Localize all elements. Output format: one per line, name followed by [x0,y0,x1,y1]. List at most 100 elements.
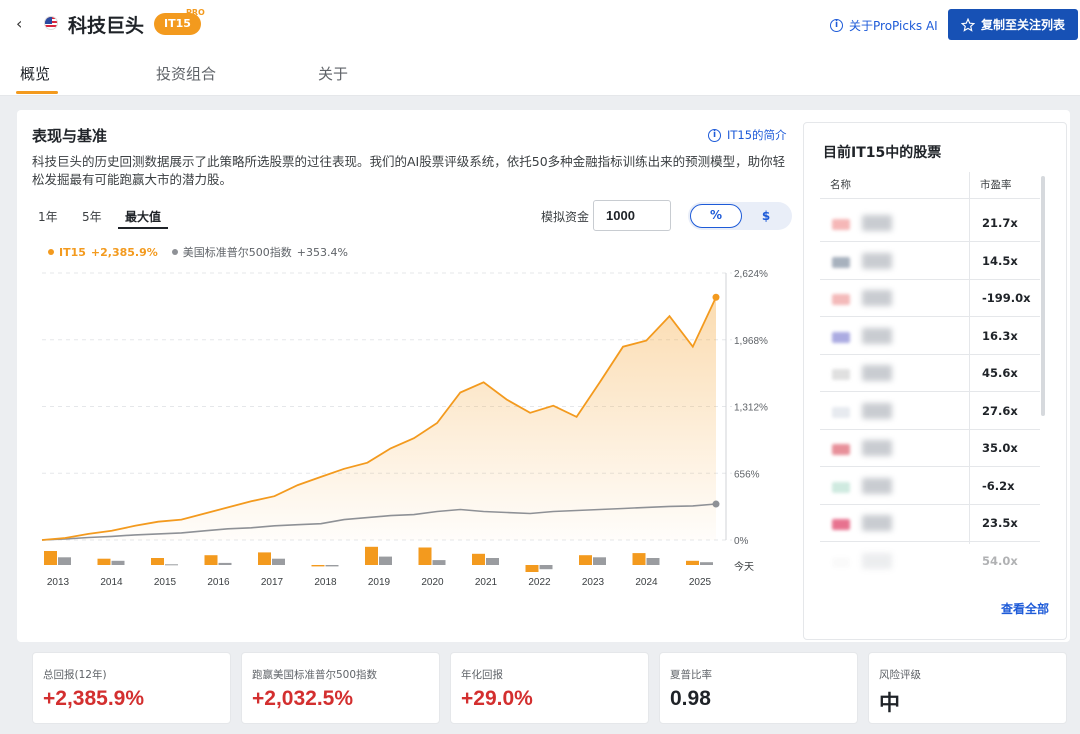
x-tick-label: 2018 [314,577,337,588]
sp500-annual-bar [272,558,285,565]
holding-pe: 14.5x [982,253,1018,268]
company-name-blurred [862,327,892,344]
company-logo-icon [832,369,850,380]
it15-annual-bar [151,558,164,565]
legend-sp500: 美国标准普尔500指数 +353.4% [171,244,348,260]
x-tick-label: 2019 [368,577,391,588]
sp500-annual-bar [646,558,660,565]
holding-pe: 35.0x [982,441,1018,455]
x-tick-label: 2021 [475,577,498,588]
company-logo-icon [832,294,850,305]
legend-it15-value: +2,385.9% [90,245,158,259]
today-label: 今天 [734,560,754,573]
view-all-link[interactable]: 查看全部 [1001,600,1049,617]
x-tick-label: 2013 [47,577,70,588]
x-tick-label: 2023 [582,577,605,588]
holdings-col-name: 名称 [830,179,851,191]
stat-label: 跑赢美国标准普尔500指数 [252,669,378,681]
strategy-intro-link[interactable]: i IT15的简介 [708,127,787,143]
stat-annual-return: 年化回报 +29.0% [450,652,649,724]
stat-label: 夏普比率 [670,669,712,681]
holding-row[interactable]: 45.6x [820,355,1040,392]
company-logo-icon [832,519,850,530]
y-tick-label: 0% [734,536,749,547]
company-name-blurred [862,252,892,269]
holding-row[interactable]: 27.6x [820,393,1040,430]
copy-to-watchlist-button[interactable]: 复制至关注列表 [948,9,1078,40]
about-propicks-link[interactable]: i 关于ProPicks AI [830,17,938,34]
holdings-col-pe: 市盈率 [980,179,1012,191]
company-name-blurred [862,365,892,381]
back-icon[interactable]: ‹ [16,14,22,33]
unit-dollar-option[interactable]: $ [740,204,792,228]
chart-legend: IT15 +2,385.9% 美国标准普尔500指数 +353.4% [48,244,348,260]
x-tick-label: 2020 [421,577,444,588]
range-1y[interactable]: 1年 [38,208,58,225]
company-name-blurred [862,515,892,531]
stat-value: 0.98 [670,687,711,710]
range-active-underline [118,227,168,229]
x-tick-label: 2015 [154,577,177,588]
company-name-blurred [862,290,892,306]
company-logo-icon [832,256,850,268]
legend-it15: IT15 +2,385.9% [48,246,158,259]
tab-overview[interactable]: 概览 [20,63,50,84]
it15-annual-bar [365,546,378,565]
y-tick-label: 2,624% [734,269,768,280]
performance-chart: 2,624% 1,968% 1,312% 656% 0% 2013 2014 2015 2016… [41,269,768,588]
it15-annual-bar [632,553,646,565]
it15-end-point [712,293,720,301]
us-flag-icon [44,16,58,30]
capital-label: 模拟资金 [541,210,590,224]
holding-row[interactable]: 14.5x [820,243,1040,280]
y-tick-label: 656% [734,469,760,480]
sp500-annual-bar [700,562,713,565]
copy-to-watchlist-label: 复制至关注列表 [980,18,1065,32]
it15-annual-bar [204,555,218,565]
sp500-annual-bar [539,565,553,570]
company-logo-icon [832,556,850,568]
sp500-annual-bar [218,562,232,565]
holding-row[interactable]: 21.7x [820,205,1040,242]
holding-row[interactable]: 35.0x [820,430,1040,467]
company-name-blurred [862,440,892,456]
unit-percent-option[interactable]: % [690,204,742,228]
sp500-annual-bar [165,564,178,566]
holding-pe: 23.5x [982,516,1018,530]
company-logo-icon [832,219,850,230]
top-bar: ‹ 科技巨头 IT15 PRO i 关于ProPicks AI 复制至关注列表 [0,0,1080,48]
legend-sp500-dot [171,249,178,255]
stat-risk: 风险评级 中 [868,652,1067,724]
sp500-annual-bar [58,557,71,565]
unit-toggle: % $ [688,202,792,230]
range-5y[interactable]: 5年 [82,208,102,225]
sp500-annual-bar [111,560,125,565]
holding-pe: 21.7x [982,216,1018,230]
holding-pe: 27.6x [982,403,1018,418]
section-title: 表现与基准 [32,127,108,145]
company-name-blurred [862,552,892,569]
it15-annual-bar [472,553,485,565]
capital-input[interactable] [593,200,671,231]
sp500-annual-bar [593,557,606,565]
it15-annual-bar [311,565,325,567]
sp500-end-point [712,500,720,508]
legend-it15-dot [48,249,54,255]
holding-row[interactable]: 54.0x [820,543,1040,580]
tab-portfolio[interactable]: 投资组合 [156,63,216,84]
range-max[interactable]: 最大值 [125,208,161,225]
holding-row[interactable]: 23.5x [820,505,1040,542]
holding-row[interactable]: 16.3x [820,318,1040,355]
tab-about[interactable]: 关于 [318,63,348,84]
holdings-scrollbar[interactable] [1041,176,1045,416]
holding-row[interactable]: -199.0x [820,280,1040,317]
holding-row[interactable]: -6.2x [820,468,1040,505]
holdings-header-divider [820,198,1040,199]
holding-pe: -199.0x [982,291,1031,305]
it15-annual-bar [97,558,111,565]
it15-annual-bar [258,552,271,565]
x-tick-label: 2022 [528,577,551,588]
stat-outperform: 跑赢美国标准普尔500指数 +2,032.5% [241,652,440,724]
holding-pe: 16.3x [982,328,1018,343]
holding-pe: -6.2x [982,478,1015,493]
